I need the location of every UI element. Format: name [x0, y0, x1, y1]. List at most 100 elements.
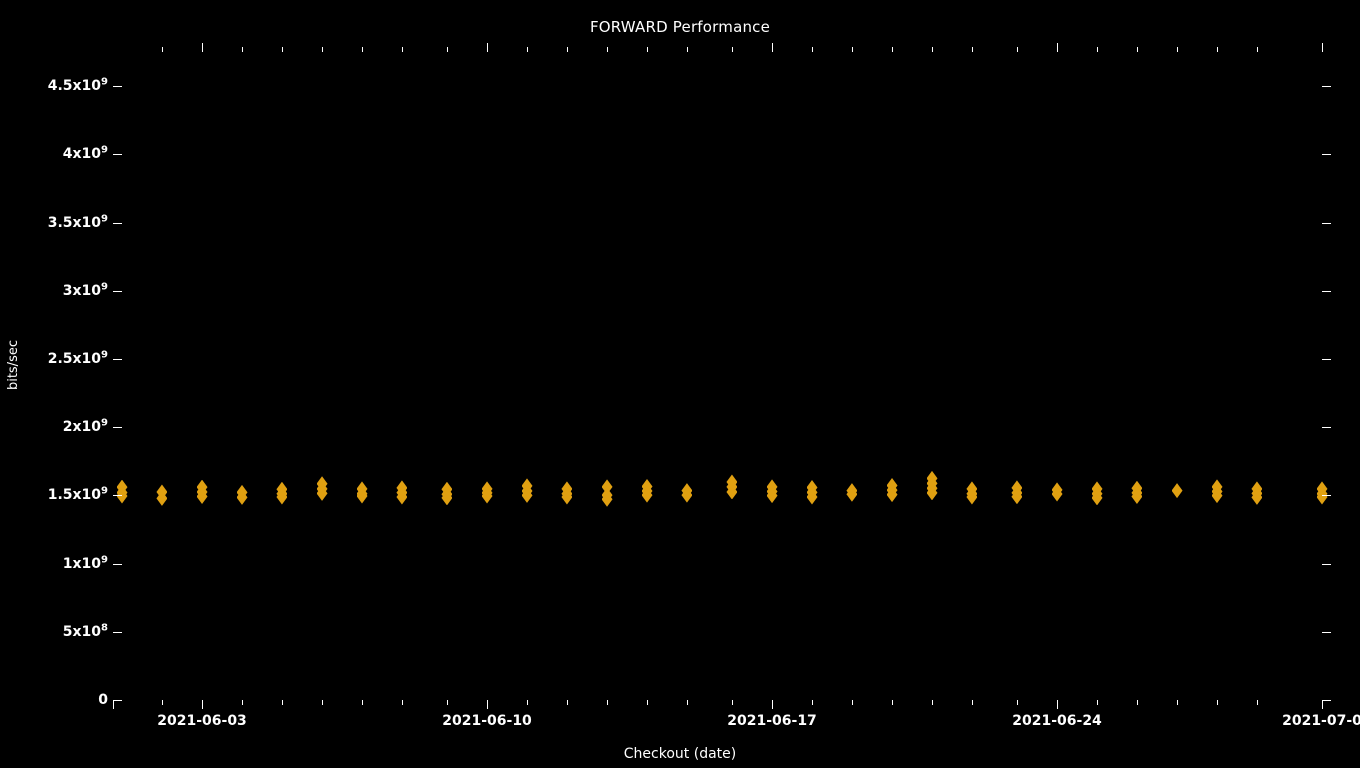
x-axis-minor-tick-top — [1097, 47, 1098, 52]
y-axis-tick — [113, 154, 122, 156]
x-axis-tick-label: 2021-06-24 — [1012, 713, 1102, 729]
x-axis-tick-bottom — [202, 700, 204, 709]
x-axis-minor-tick-top — [401, 47, 403, 52]
x-axis-tick-label: 2021-06-10 — [442, 713, 532, 729]
x-axis-minor-tick-top — [161, 47, 163, 52]
x-axis-minor-tick-bottom — [971, 700, 973, 705]
x-axis-minor-tick-bottom — [566, 700, 568, 705]
x-axis-minor-tick-top — [1136, 47, 1138, 52]
y-axis-tick-right — [1322, 222, 1331, 224]
y-axis-tick-right — [1322, 290, 1331, 292]
x-axis-tick-bottom — [1057, 700, 1059, 709]
x-axis-minor-tick-top — [362, 47, 363, 52]
x-axis-minor-tick-bottom — [851, 700, 853, 705]
x-axis-minor-tick-top — [607, 47, 609, 52]
x-axis-minor-tick-bottom — [812, 700, 813, 705]
x-axis-minor-tick-top — [1217, 47, 1218, 52]
x-axis-minor-tick-bottom — [892, 700, 894, 705]
y-axis-tick — [113, 358, 122, 360]
x-axis-minor-tick-top — [892, 47, 894, 52]
x-axis-minor-tick-bottom — [322, 700, 324, 705]
x-axis-minor-tick-bottom — [1177, 700, 1179, 705]
y-axis-tick — [113, 631, 122, 633]
x-axis-minor-tick-bottom — [932, 700, 933, 705]
y-axis-tick-right — [1322, 563, 1331, 565]
x-axis-minor-tick-bottom — [1097, 700, 1098, 705]
x-axis-minor-tick-top — [1256, 47, 1258, 52]
y-axis-tick-label: 3.5x109 — [47, 212, 108, 231]
x-axis-tick-label: 2021-06-17 — [727, 713, 817, 729]
x-axis-minor-tick-bottom — [607, 700, 609, 705]
x-axis-minor-tick-top — [566, 47, 568, 52]
y-axis-tick-label: 3x109 — [62, 281, 108, 299]
x-axis-minor-tick-bottom — [401, 700, 403, 705]
x-axis-minor-tick-top — [242, 47, 243, 52]
x-axis-minor-tick-top — [281, 47, 283, 52]
y-axis-tick-label: 2x109 — [62, 417, 108, 436]
x-axis-tick-bottom — [1322, 700, 1323, 709]
x-axis-minor-tick-top — [446, 47, 448, 52]
x-axis-tick-top — [202, 43, 204, 52]
x-axis-minor-tick-top — [1016, 47, 1018, 52]
x-axis-tick-label: 2021-06-03 — [157, 713, 247, 729]
y-axis-tick-right — [1322, 631, 1331, 633]
x-axis-minor-tick-bottom — [1217, 700, 1218, 705]
x-axis-minor-tick-top — [686, 47, 688, 52]
plot-area — [113, 43, 1331, 709]
x-axis-minor-tick-bottom — [686, 700, 688, 705]
x-axis-minor-tick-bottom — [1016, 700, 1018, 705]
y-axis-tick-label: 2.5x109 — [47, 349, 108, 367]
x-axis-tick-top — [772, 43, 774, 52]
y-axis-tick-label: 1.5x109 — [47, 485, 108, 504]
y-axis-tick-right — [1322, 358, 1331, 360]
y-axis-tick — [113, 495, 122, 497]
y-axis-tick-label: 5x108 — [62, 622, 108, 640]
x-axis-minor-tick-top — [851, 47, 853, 52]
x-axis-minor-tick-top — [322, 47, 324, 52]
x-axis-minor-tick-top — [932, 47, 933, 52]
x-axis-minor-tick-bottom — [362, 700, 363, 705]
x-axis-minor-tick-top — [527, 47, 528, 52]
x-axis-tick-top — [1057, 43, 1059, 52]
x-axis-minor-tick-bottom — [161, 700, 163, 705]
y-axis-tick — [113, 563, 122, 565]
x-axis-minor-tick-top — [812, 47, 813, 52]
y-axis-tick-label: 4.5x109 — [47, 76, 108, 95]
x-axis-tick-top — [1322, 43, 1323, 52]
scatter-marker — [1171, 483, 1183, 499]
x-axis-minor-tick-top — [1177, 47, 1179, 52]
chart-root: FORWARD Performance bits/sec Checkout (d… — [0, 0, 1360, 768]
y-axis-tick-label: 1x109 — [62, 553, 108, 572]
y-axis-tick — [113, 222, 122, 224]
x-axis-tick-label: 2021-07-0 — [1282, 713, 1360, 729]
y-axis-tick — [113, 86, 122, 88]
y-axis-tick-right — [1322, 427, 1331, 429]
y-axis-tick-label: 0 — [98, 692, 108, 708]
x-axis-minor-tick-bottom — [647, 700, 648, 705]
y-axis-tick-right — [1322, 154, 1331, 156]
x-axis-tick-bottom — [772, 700, 774, 709]
x-axis-minor-tick-bottom — [1256, 700, 1258, 705]
y-axis-tick — [113, 290, 122, 292]
x-axis-tick-labels: 2021-06-03 2021-06-10 2021-06-17 2021-06-24… — [0, 713, 1360, 735]
y-axis-tick-label: 4x109 — [62, 144, 108, 163]
y-axis-tick-labels: 4.5x109 4x109 3.5x109 3x109 2.5x109 2x109 1.5x… — [0, 52, 108, 708]
x-axis-minor-tick-bottom — [446, 700, 448, 705]
x-axis-tick-top — [487, 43, 489, 52]
x-axis-tick-bottom — [487, 700, 489, 709]
y-axis-tick-right — [1322, 700, 1331, 701]
chart-title: FORWARD Performance — [589, 18, 771, 36]
y-axis-tick-right — [1322, 495, 1331, 497]
y-axis-tick-right — [1322, 86, 1331, 88]
x-axis-minor-tick-bottom — [731, 700, 733, 705]
x-axis-minor-tick-bottom — [281, 700, 283, 705]
x-axis-minor-tick-bottom — [242, 700, 243, 705]
axis-origin-corner — [113, 700, 122, 709]
x-axis-minor-tick-bottom — [527, 700, 528, 705]
scatter-marker-layer — [116, 52, 1328, 700]
x-axis-minor-tick-top — [731, 47, 733, 52]
x-axis-minor-tick-bottom — [1136, 700, 1138, 705]
x-axis-minor-tick-top — [971, 47, 973, 52]
x-axis-minor-tick-top — [647, 47, 648, 52]
y-axis-tick — [113, 427, 122, 429]
